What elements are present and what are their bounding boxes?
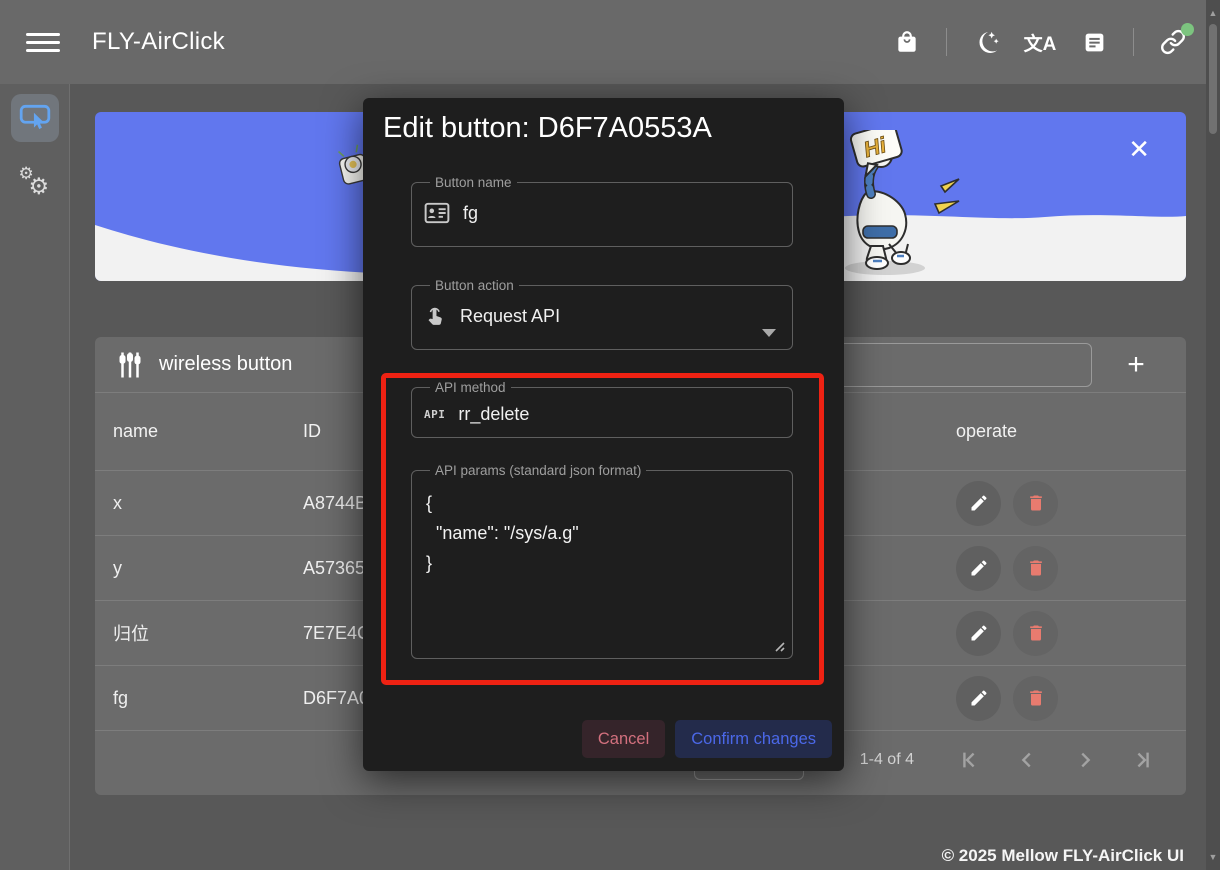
prev-page-button[interactable] (1006, 739, 1048, 781)
badge-icon (424, 202, 450, 224)
sidebar-item-settings[interactable]: ⚙ ⚙ (11, 160, 59, 208)
last-page-button[interactable] (1122, 739, 1164, 781)
delete-button[interactable] (1013, 546, 1058, 591)
scrollbar[interactable]: ▲ ▼ (1206, 0, 1220, 870)
add-button[interactable]: + (1116, 345, 1156, 385)
dialog-title: Edit button: D6F7A0553A (383, 112, 712, 145)
connection-status-dot (1181, 23, 1194, 36)
notes-document-icon[interactable] (1079, 27, 1109, 57)
menu-icon[interactable] (26, 25, 60, 59)
trash-icon (1026, 493, 1046, 513)
trash-icon (1026, 623, 1046, 643)
button-name-field[interactable]: Button name fg (411, 175, 793, 247)
cancel-button[interactable]: Cancel (582, 720, 665, 758)
edit-button-dialog: Edit button: D6F7A0553A Button name fg B… (363, 98, 844, 771)
dialog-actions: Cancel Confirm changes (582, 720, 832, 758)
settings-gears-icon: ⚙ ⚙ (15, 164, 55, 204)
chevron-down-icon (762, 329, 776, 337)
api-params-field[interactable]: API params (standard json format) { "nam… (411, 463, 793, 659)
footer-copyright: © 2025 Mellow FLY-AirClick UI (942, 846, 1184, 866)
touch-app-icon (424, 305, 447, 328)
pencil-icon (969, 623, 989, 643)
sidebar: ⚙ ⚙ (0, 84, 70, 870)
header-divider (1133, 28, 1134, 56)
last-page-icon (1132, 749, 1154, 771)
button-name-value: fg (463, 203, 478, 224)
chevron-right-icon (1074, 749, 1096, 771)
edit-button[interactable] (956, 611, 1001, 656)
button-name-label: Button name (430, 175, 517, 190)
pencil-icon (969, 688, 989, 708)
col-operate: operate (932, 421, 1168, 442)
close-icon[interactable]: ✕ (1128, 136, 1150, 162)
app-title: FLY-AirClick (92, 28, 225, 56)
api-method-field[interactable]: API method API rr_delete (411, 380, 793, 438)
next-page-button[interactable] (1064, 739, 1106, 781)
sidebar-item-remote-click[interactable] (11, 94, 59, 142)
pencil-icon (969, 558, 989, 578)
header-actions: 文A (892, 0, 1188, 84)
row-name: 归位 (113, 620, 303, 646)
shopping-bag-icon[interactable] (892, 27, 922, 57)
scroll-down-icon[interactable]: ▼ (1206, 852, 1220, 862)
app-header: FLY-AirClick 文A (0, 0, 1220, 84)
pencil-icon (969, 493, 989, 513)
delete-button[interactable] (1013, 481, 1058, 526)
button-action-select[interactable]: Button action Request API (411, 278, 793, 350)
delete-button[interactable] (1013, 676, 1058, 721)
trash-icon (1026, 558, 1046, 578)
sliders-icon (115, 350, 145, 380)
delete-button[interactable] (1013, 611, 1058, 656)
link-icon[interactable] (1158, 27, 1188, 57)
trash-icon (1026, 688, 1046, 708)
card-title: wireless button (159, 353, 292, 376)
remote-click-icon (18, 102, 52, 134)
edit-button[interactable] (956, 546, 1001, 591)
first-page-icon (958, 749, 980, 771)
confirm-changes-button[interactable]: Confirm changes (675, 720, 832, 758)
dark-mode-moon-icon[interactable] (971, 27, 1001, 57)
first-page-button[interactable] (948, 739, 990, 781)
edit-button[interactable] (956, 676, 1001, 721)
translate-icon[interactable]: 文A (1025, 27, 1055, 57)
api-params-value[interactable]: { "name": "/sys/a.g" } (424, 484, 780, 582)
header-divider (946, 28, 947, 56)
api-method-label: API method (430, 380, 511, 395)
col-name: name (113, 421, 303, 442)
row-name: y (113, 558, 303, 579)
row-name: x (113, 493, 303, 514)
api-icon: API (424, 408, 445, 421)
app-root: FLY-AirClick 文A (0, 0, 1220, 870)
edit-button[interactable] (956, 481, 1001, 526)
chevron-left-icon (1016, 749, 1038, 771)
resize-handle-icon[interactable] (773, 640, 785, 652)
row-name: fg (113, 688, 303, 709)
robot-hi: Hi (837, 130, 987, 280)
api-params-label: API params (standard json format) (430, 463, 646, 478)
button-action-label: Button action (430, 278, 519, 293)
scrollbar-thumb[interactable] (1209, 24, 1217, 134)
button-action-value: Request API (460, 306, 560, 327)
api-method-value: rr_delete (458, 404, 529, 425)
pagination-range: 1-4 of 4 (860, 751, 914, 769)
scroll-up-icon[interactable]: ▲ (1206, 8, 1220, 18)
